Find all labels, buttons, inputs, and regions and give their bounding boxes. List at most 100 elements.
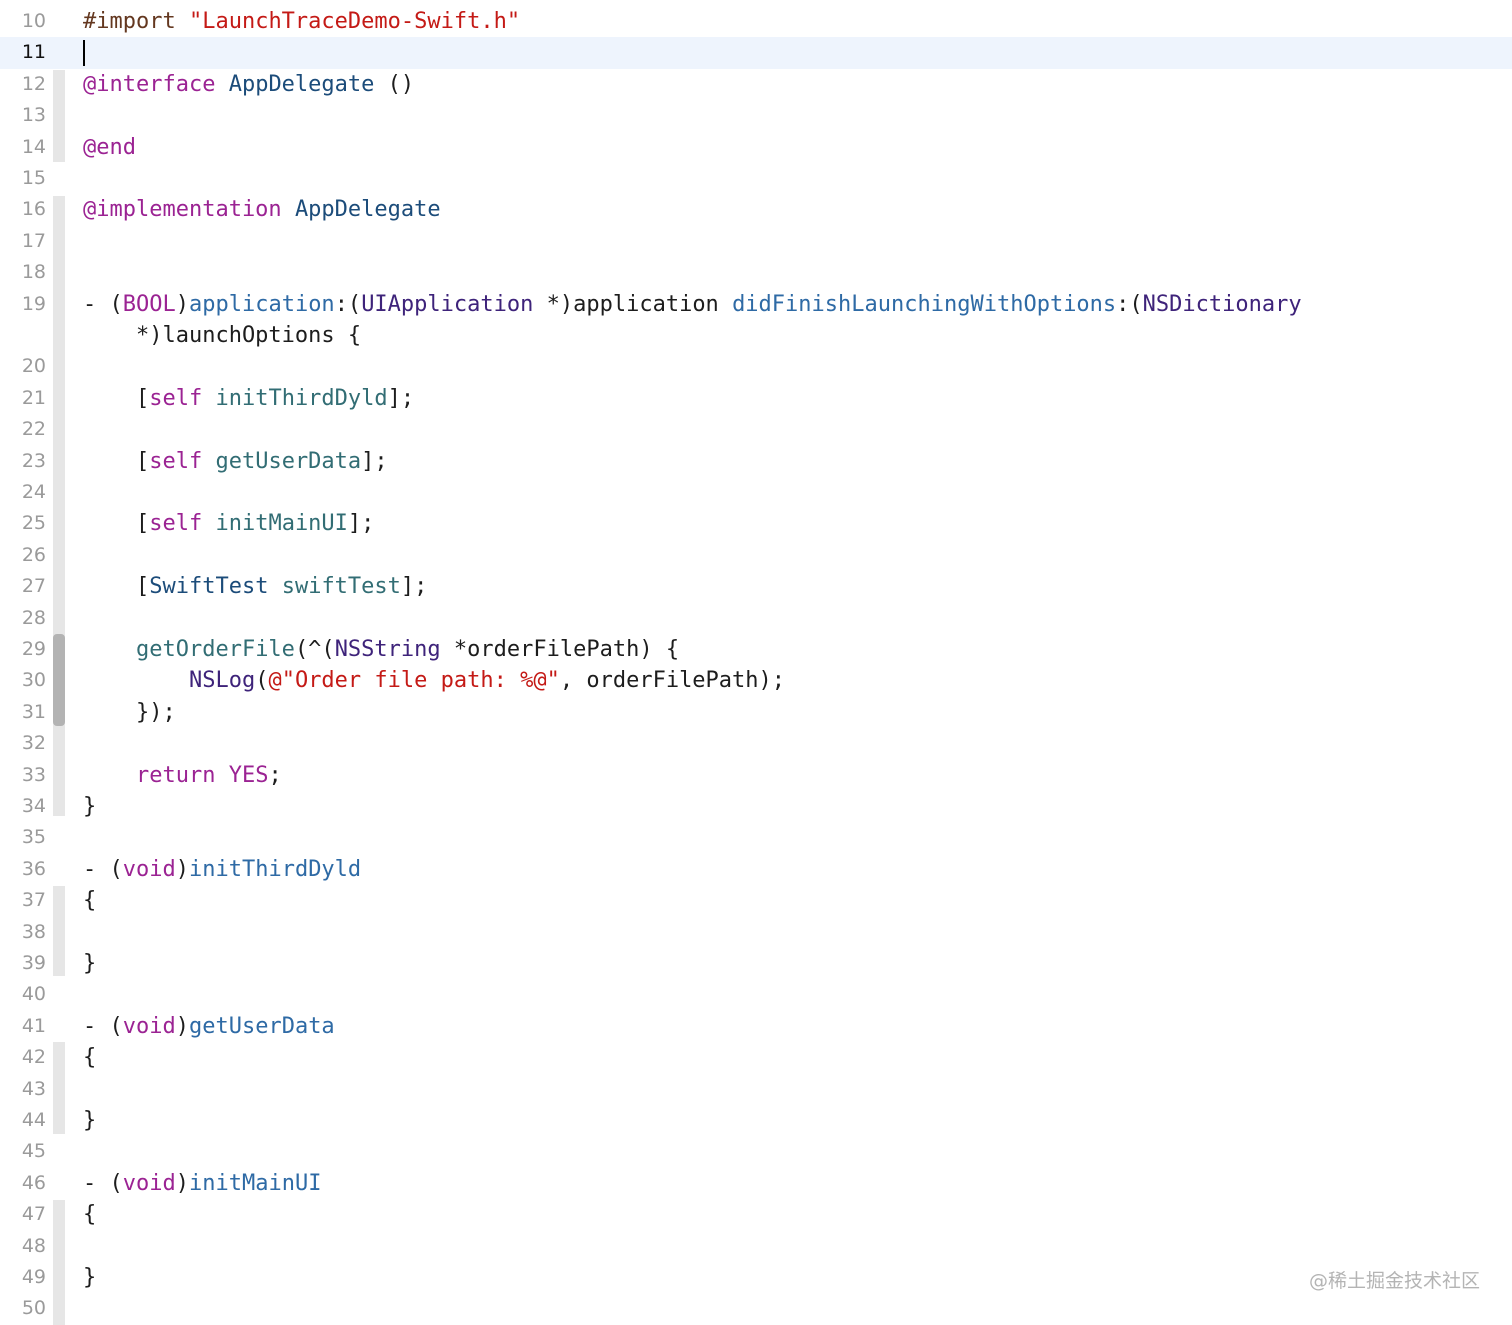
code-line[interactable]: 30 NSLog(@"Order file path: %@", orderFi… xyxy=(0,665,1512,696)
code-line[interactable]: 50 xyxy=(0,1293,1512,1324)
code-line[interactable]: 11 xyxy=(0,37,1512,69)
line-number[interactable] xyxy=(0,320,46,351)
line-number[interactable]: 43 xyxy=(0,1074,46,1105)
line-number[interactable]: 17 xyxy=(0,226,46,257)
code-line[interactable]: 46 - (void)initMainUI xyxy=(0,1168,1512,1199)
code-text[interactable]: - (void)initMainUI xyxy=(83,1168,321,1199)
line-number[interactable]: 27 xyxy=(0,571,46,602)
line-number[interactable]: 25 xyxy=(0,508,46,539)
code-line[interactable]: 37 { xyxy=(0,885,1512,916)
code-text[interactable]: }); xyxy=(83,697,176,728)
code-line[interactable]: 26 xyxy=(0,540,1512,571)
code-line[interactable]: 49} xyxy=(0,1262,1512,1293)
line-number[interactable]: 49 xyxy=(0,1262,46,1293)
line-number[interactable]: 40 xyxy=(0,979,46,1010)
line-number[interactable]: 37 xyxy=(0,885,46,916)
code-line[interactable]: 31 }); xyxy=(0,697,1512,728)
code-text[interactable]: return YES; xyxy=(83,760,282,791)
folding-ribbon-segment[interactable] xyxy=(53,886,65,976)
line-number[interactable]: 19 xyxy=(0,289,46,320)
line-number[interactable]: 23 xyxy=(0,446,46,477)
code-line[interactable]: 28 xyxy=(0,603,1512,634)
line-number[interactable]: 39 xyxy=(0,948,46,979)
line-number[interactable]: 50 xyxy=(0,1293,46,1324)
line-number[interactable]: 12 xyxy=(0,69,46,100)
code-text[interactable]: { xyxy=(83,1042,96,1073)
line-number[interactable]: 11 xyxy=(0,37,46,68)
code-line[interactable]: 41 - (void)getUserData xyxy=(0,1011,1512,1042)
line-number[interactable]: 13 xyxy=(0,100,46,131)
code-line[interactable]: 22 xyxy=(0,414,1512,445)
line-number[interactable]: 30 xyxy=(0,665,46,696)
code-line[interactable]: 19 - (BOOL)application:(UIApplication *)a… xyxy=(0,289,1512,320)
line-number[interactable]: 31 xyxy=(0,697,46,728)
code-text[interactable]: - (void)initThirdDyld xyxy=(83,854,361,885)
line-number[interactable]: 38 xyxy=(0,917,46,948)
line-number[interactable]: 15 xyxy=(0,163,46,194)
code-line[interactable]: 36 - (void)initThirdDyld xyxy=(0,854,1512,885)
code-text[interactable]: [SwiftTest swiftTest]; xyxy=(83,571,427,602)
code-line[interactable]: 13 xyxy=(0,100,1512,131)
code-text[interactable]: } xyxy=(83,948,96,979)
code-text[interactable]: [self getUserData]; xyxy=(83,446,388,477)
line-number[interactable]: 14 xyxy=(0,132,46,163)
line-number[interactable]: 45 xyxy=(0,1136,46,1167)
code-text[interactable]: } xyxy=(83,1262,96,1293)
code-text[interactable]: *)launchOptions { xyxy=(83,320,361,351)
code-text[interactable]: getOrderFile(^(NSString *orderFilePath) … xyxy=(83,634,679,665)
line-number[interactable]: 41 xyxy=(0,1011,46,1042)
code-line[interactable]: 14 @end xyxy=(0,132,1512,163)
code-line[interactable]: 35 xyxy=(0,822,1512,853)
code-line[interactable]: 40 xyxy=(0,979,1512,1010)
code-line[interactable]: 23 [self getUserData]; xyxy=(0,446,1512,477)
code-line[interactable]: 21 [self initThirdDyld]; xyxy=(0,383,1512,414)
code-text[interactable]: [self initMainUI]; xyxy=(83,508,374,539)
code-line[interactable]: 17 xyxy=(0,226,1512,257)
code-line[interactable]: 43 xyxy=(0,1074,1512,1105)
code-text[interactable]: - (void)getUserData xyxy=(83,1011,335,1042)
folding-ribbon-segment[interactable] xyxy=(53,1200,65,1325)
code-text[interactable]: @end xyxy=(83,132,136,163)
line-number[interactable]: 46 xyxy=(0,1168,46,1199)
line-number[interactable]: 33 xyxy=(0,760,46,791)
line-number[interactable]: 47 xyxy=(0,1199,46,1230)
code-line[interactable]: 39} xyxy=(0,948,1512,979)
code-text[interactable]: [self initThirdDyld]; xyxy=(83,383,414,414)
code-line[interactable]: 38 xyxy=(0,917,1512,948)
code-text[interactable]: - (BOOL)application:(UIApplication *)app… xyxy=(83,289,1302,320)
code-line[interactable]: 24 xyxy=(0,477,1512,508)
code-line[interactable]: 18 xyxy=(0,257,1512,288)
code-text[interactable]: } xyxy=(83,791,96,822)
code-editor[interactable]: 10 #import "LaunchTraceDemo-Swift.h" 11 12 @… xyxy=(0,0,1512,1325)
code-line[interactable]: 16 @implementation AppDelegate xyxy=(0,194,1512,225)
code-line[interactable]: 10 #import "LaunchTraceDemo-Swift.h" xyxy=(0,6,1512,37)
line-number[interactable]: 29 xyxy=(0,634,46,665)
code-line[interactable]: 33 return YES; xyxy=(0,760,1512,791)
folding-ribbon-segment[interactable] xyxy=(53,70,65,162)
code-line[interactable]: 47 { xyxy=(0,1199,1512,1230)
line-number[interactable]: 42 xyxy=(0,1042,46,1073)
code-line[interactable]: 29 getOrderFile(^(NSString *orderFilePat… xyxy=(0,634,1512,665)
code-line[interactable]: 44} xyxy=(0,1105,1512,1136)
folding-ribbon-highlight[interactable] xyxy=(53,634,65,726)
code-text[interactable]: NSLog(@"Order file path: %@", orderFileP… xyxy=(83,665,785,696)
line-number[interactable]: 16 xyxy=(0,194,46,225)
code-line[interactable]: *)launchOptions { xyxy=(0,320,1512,351)
line-number[interactable]: 44 xyxy=(0,1105,46,1136)
code-text[interactable]: } xyxy=(83,1105,96,1136)
line-number[interactable]: 28 xyxy=(0,603,46,634)
code-line[interactable]: 34} xyxy=(0,791,1512,822)
code-text[interactable]: @interface AppDelegate () xyxy=(83,69,414,100)
code-text[interactable]: @implementation AppDelegate xyxy=(83,194,441,225)
line-number[interactable]: 48 xyxy=(0,1231,46,1262)
line-number[interactable]: 34 xyxy=(0,791,46,822)
code-line[interactable]: 25 [self initMainUI]; xyxy=(0,508,1512,539)
line-number[interactable]: 20 xyxy=(0,351,46,382)
code-line[interactable]: 15 xyxy=(0,163,1512,194)
line-number[interactable]: 35 xyxy=(0,822,46,853)
line-number[interactable]: 22 xyxy=(0,414,46,445)
code-line[interactable]: 20 xyxy=(0,351,1512,382)
code-text[interactable]: { xyxy=(83,885,96,916)
code-line[interactable]: 27 [SwiftTest swiftTest]; xyxy=(0,571,1512,602)
line-number[interactable]: 24 xyxy=(0,477,46,508)
